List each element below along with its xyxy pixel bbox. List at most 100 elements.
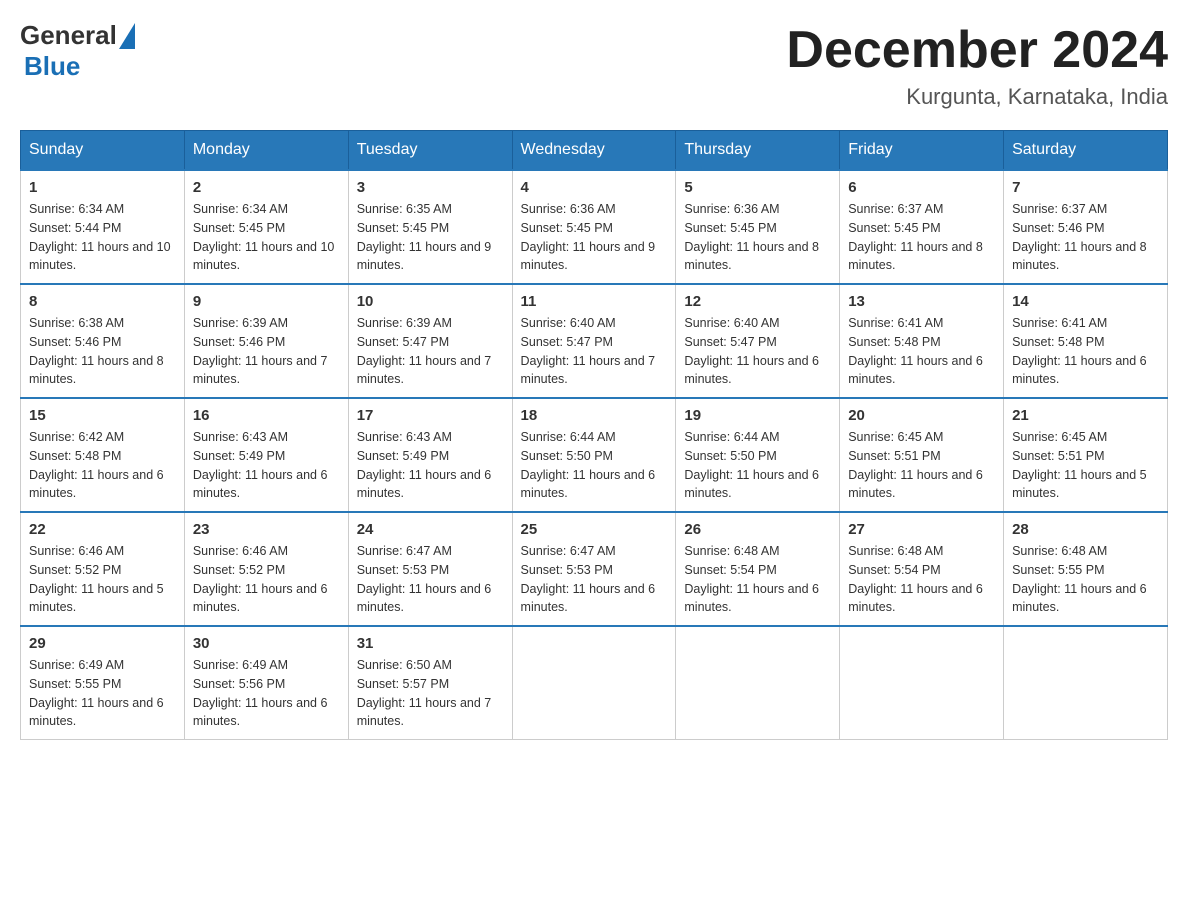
- calendar-body: 1 Sunrise: 6:34 AM Sunset: 5:44 PM Dayli…: [21, 170, 1168, 740]
- calendar-cell: 1 Sunrise: 6:34 AM Sunset: 5:44 PM Dayli…: [21, 170, 185, 284]
- day-number: 30: [193, 635, 340, 652]
- calendar-cell: 6 Sunrise: 6:37 AM Sunset: 5:45 PM Dayli…: [840, 170, 1004, 284]
- day-number: 4: [521, 179, 668, 196]
- weekday-header-saturday: Saturday: [1004, 131, 1168, 171]
- calendar-cell: 13 Sunrise: 6:41 AM Sunset: 5:48 PM Dayl…: [840, 284, 1004, 398]
- calendar-cell: 31 Sunrise: 6:50 AM Sunset: 5:57 PM Dayl…: [348, 626, 512, 740]
- day-number: 8: [29, 293, 176, 310]
- calendar-cell: 16 Sunrise: 6:43 AM Sunset: 5:49 PM Dayl…: [184, 398, 348, 512]
- day-number: 7: [1012, 179, 1159, 196]
- calendar-cell: 25 Sunrise: 6:47 AM Sunset: 5:53 PM Dayl…: [512, 512, 676, 626]
- calendar-subtitle: Kurgunta, Karnataka, India: [786, 84, 1168, 110]
- day-number: 28: [1012, 521, 1159, 538]
- calendar-cell: 5 Sunrise: 6:36 AM Sunset: 5:45 PM Dayli…: [676, 170, 840, 284]
- calendar-cell: 29 Sunrise: 6:49 AM Sunset: 5:55 PM Dayl…: [21, 626, 185, 740]
- day-info: Sunrise: 6:37 AM Sunset: 5:46 PM Dayligh…: [1012, 200, 1159, 275]
- calendar-cell: 26 Sunrise: 6:48 AM Sunset: 5:54 PM Dayl…: [676, 512, 840, 626]
- day-number: 2: [193, 179, 340, 196]
- day-number: 23: [193, 521, 340, 538]
- calendar-cell: 2 Sunrise: 6:34 AM Sunset: 5:45 PM Dayli…: [184, 170, 348, 284]
- calendar-cell: 8 Sunrise: 6:38 AM Sunset: 5:46 PM Dayli…: [21, 284, 185, 398]
- day-info: Sunrise: 6:37 AM Sunset: 5:45 PM Dayligh…: [848, 200, 995, 275]
- day-info: Sunrise: 6:43 AM Sunset: 5:49 PM Dayligh…: [193, 428, 340, 503]
- calendar-cell: [1004, 626, 1168, 740]
- day-info: Sunrise: 6:40 AM Sunset: 5:47 PM Dayligh…: [684, 314, 831, 389]
- day-number: 15: [29, 407, 176, 424]
- title-block: December 2024 Kurgunta, Karnataka, India: [786, 20, 1168, 110]
- weekday-header-friday: Friday: [840, 131, 1004, 171]
- day-info: Sunrise: 6:34 AM Sunset: 5:44 PM Dayligh…: [29, 200, 176, 275]
- day-number: 24: [357, 521, 504, 538]
- logo-blue-text: Blue: [24, 51, 80, 82]
- calendar-week-row: 22 Sunrise: 6:46 AM Sunset: 5:52 PM Dayl…: [21, 512, 1168, 626]
- day-number: 22: [29, 521, 176, 538]
- day-number: 1: [29, 179, 176, 196]
- day-info: Sunrise: 6:48 AM Sunset: 5:54 PM Dayligh…: [848, 542, 995, 617]
- weekday-header-thursday: Thursday: [676, 131, 840, 171]
- day-info: Sunrise: 6:36 AM Sunset: 5:45 PM Dayligh…: [521, 200, 668, 275]
- calendar-week-row: 1 Sunrise: 6:34 AM Sunset: 5:44 PM Dayli…: [21, 170, 1168, 284]
- calendar-week-row: 29 Sunrise: 6:49 AM Sunset: 5:55 PM Dayl…: [21, 626, 1168, 740]
- day-number: 14: [1012, 293, 1159, 310]
- calendar-cell: 11 Sunrise: 6:40 AM Sunset: 5:47 PM Dayl…: [512, 284, 676, 398]
- day-number: 25: [521, 521, 668, 538]
- weekday-header-monday: Monday: [184, 131, 348, 171]
- day-number: 12: [684, 293, 831, 310]
- calendar-cell: 12 Sunrise: 6:40 AM Sunset: 5:47 PM Dayl…: [676, 284, 840, 398]
- day-number: 5: [684, 179, 831, 196]
- day-number: 31: [357, 635, 504, 652]
- day-info: Sunrise: 6:45 AM Sunset: 5:51 PM Dayligh…: [1012, 428, 1159, 503]
- weekday-header-wednesday: Wednesday: [512, 131, 676, 171]
- day-info: Sunrise: 6:43 AM Sunset: 5:49 PM Dayligh…: [357, 428, 504, 503]
- day-number: 6: [848, 179, 995, 196]
- day-number: 17: [357, 407, 504, 424]
- day-number: 3: [357, 179, 504, 196]
- calendar-cell: 27 Sunrise: 6:48 AM Sunset: 5:54 PM Dayl…: [840, 512, 1004, 626]
- calendar-cell: 24 Sunrise: 6:47 AM Sunset: 5:53 PM Dayl…: [348, 512, 512, 626]
- day-info: Sunrise: 6:39 AM Sunset: 5:46 PM Dayligh…: [193, 314, 340, 389]
- calendar-cell: 10 Sunrise: 6:39 AM Sunset: 5:47 PM Dayl…: [348, 284, 512, 398]
- day-info: Sunrise: 6:41 AM Sunset: 5:48 PM Dayligh…: [1012, 314, 1159, 389]
- calendar-table: SundayMondayTuesdayWednesdayThursdayFrid…: [20, 130, 1168, 740]
- calendar-cell: 15 Sunrise: 6:42 AM Sunset: 5:48 PM Dayl…: [21, 398, 185, 512]
- calendar-cell: 3 Sunrise: 6:35 AM Sunset: 5:45 PM Dayli…: [348, 170, 512, 284]
- calendar-title: December 2024: [786, 20, 1168, 80]
- calendar-cell: 18 Sunrise: 6:44 AM Sunset: 5:50 PM Dayl…: [512, 398, 676, 512]
- day-info: Sunrise: 6:44 AM Sunset: 5:50 PM Dayligh…: [521, 428, 668, 503]
- calendar-cell: 19 Sunrise: 6:44 AM Sunset: 5:50 PM Dayl…: [676, 398, 840, 512]
- day-info: Sunrise: 6:50 AM Sunset: 5:57 PM Dayligh…: [357, 656, 504, 731]
- day-info: Sunrise: 6:42 AM Sunset: 5:48 PM Dayligh…: [29, 428, 176, 503]
- day-number: 18: [521, 407, 668, 424]
- day-number: 21: [1012, 407, 1159, 424]
- day-info: Sunrise: 6:47 AM Sunset: 5:53 PM Dayligh…: [521, 542, 668, 617]
- day-info: Sunrise: 6:40 AM Sunset: 5:47 PM Dayligh…: [521, 314, 668, 389]
- weekday-header-tuesday: Tuesday: [348, 131, 512, 171]
- day-info: Sunrise: 6:38 AM Sunset: 5:46 PM Dayligh…: [29, 314, 176, 389]
- day-info: Sunrise: 6:41 AM Sunset: 5:48 PM Dayligh…: [848, 314, 995, 389]
- day-number: 13: [848, 293, 995, 310]
- day-info: Sunrise: 6:47 AM Sunset: 5:53 PM Dayligh…: [357, 542, 504, 617]
- calendar-cell: [512, 626, 676, 740]
- calendar-cell: 17 Sunrise: 6:43 AM Sunset: 5:49 PM Dayl…: [348, 398, 512, 512]
- day-info: Sunrise: 6:44 AM Sunset: 5:50 PM Dayligh…: [684, 428, 831, 503]
- calendar-cell: 23 Sunrise: 6:46 AM Sunset: 5:52 PM Dayl…: [184, 512, 348, 626]
- calendar-cell: 14 Sunrise: 6:41 AM Sunset: 5:48 PM Dayl…: [1004, 284, 1168, 398]
- weekday-header-row: SundayMondayTuesdayWednesdayThursdayFrid…: [21, 131, 1168, 171]
- day-number: 27: [848, 521, 995, 538]
- day-number: 9: [193, 293, 340, 310]
- calendar-header: SundayMondayTuesdayWednesdayThursdayFrid…: [21, 131, 1168, 171]
- logo: General Blue: [20, 20, 135, 82]
- day-info: Sunrise: 6:35 AM Sunset: 5:45 PM Dayligh…: [357, 200, 504, 275]
- day-number: 16: [193, 407, 340, 424]
- calendar-cell: 20 Sunrise: 6:45 AM Sunset: 5:51 PM Dayl…: [840, 398, 1004, 512]
- logo-general-text: General: [20, 20, 117, 51]
- logo-triangle-icon: [119, 23, 135, 49]
- day-info: Sunrise: 6:48 AM Sunset: 5:54 PM Dayligh…: [684, 542, 831, 617]
- calendar-cell: 28 Sunrise: 6:48 AM Sunset: 5:55 PM Dayl…: [1004, 512, 1168, 626]
- day-number: 11: [521, 293, 668, 310]
- day-info: Sunrise: 6:36 AM Sunset: 5:45 PM Dayligh…: [684, 200, 831, 275]
- calendar-cell: 7 Sunrise: 6:37 AM Sunset: 5:46 PM Dayli…: [1004, 170, 1168, 284]
- page-header: General Blue December 2024 Kurgunta, Kar…: [20, 20, 1168, 110]
- day-number: 19: [684, 407, 831, 424]
- weekday-header-sunday: Sunday: [21, 131, 185, 171]
